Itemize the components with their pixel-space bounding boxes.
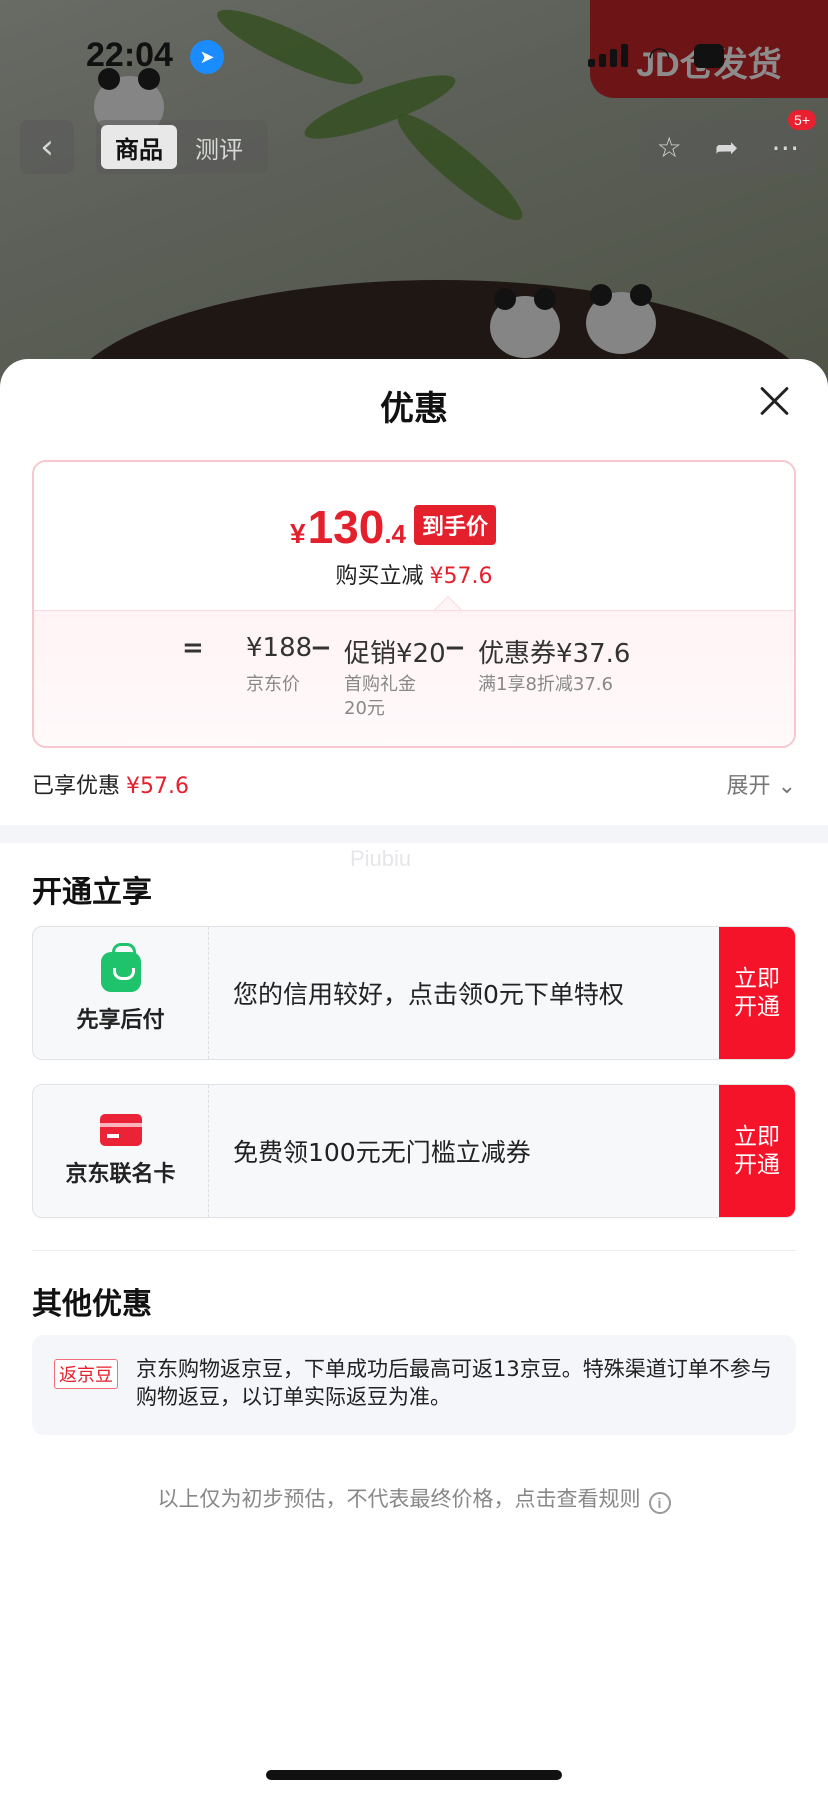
price-summary: ¥ 130 .4 到手价 购买立减 ¥57.6 [34, 462, 794, 625]
formula-promotion-amount: 20元 [344, 698, 385, 719]
product-actions: ☆ ➦ ⋯ 5+ [640, 110, 816, 174]
tab-product[interactable]: 商品 [101, 125, 177, 169]
product-nav-bar: ‹ 商品 测评 ☆ ➦ ⋯ 5+ [0, 110, 828, 174]
formula-coupon: 优惠券¥37.6 [478, 639, 631, 669]
price-breakdown: = ¥188 京东价 − 促销¥20 首购礼金 20元 − 优惠券¥37.6 满… [34, 610, 794, 746]
enjoyed-amount: ¥57.6 [126, 774, 189, 799]
open-section-title: 开通立享 [32, 875, 152, 910]
offer-name: 先享后付 [76, 1008, 165, 1033]
enjoyed-discount: 已享优惠 ¥57.6 [32, 768, 189, 800]
jd-bean-tag: 返京豆 [54, 1359, 118, 1389]
discount-sheet: 优惠 ¥ 130 .4 到手价 购买立减 ¥57.6 = ¥188 京东价 − 促… [0, 359, 828, 1795]
formula-coupon-label: 满1享8折减37.6 [478, 674, 613, 695]
more-icon[interactable]: ⋯ [771, 131, 799, 164]
final-price-decimal: .4 [384, 519, 407, 549]
status-time: 22:04 [86, 36, 173, 74]
enjoyed-label: 已享优惠 [32, 774, 121, 799]
chevron-left-icon: ‹ [40, 127, 54, 167]
shopping-bag-icon [100, 943, 141, 992]
status-bar: 22:04 ➤ ◠ [0, 34, 828, 82]
formula-minus: − [310, 633, 332, 663]
offer-text: 您的信用较好，点击领0元下单特权 [233, 980, 624, 1009]
formula-promotion: 促销¥20 [344, 639, 446, 669]
message-badge: 5+ [788, 110, 816, 130]
open-now-button[interactable]: 立即开通 [719, 927, 795, 1059]
final-price-tag: 到手价 [414, 505, 497, 545]
offer-brand: 京东联名卡 [33, 1085, 209, 1217]
reduction-label: 购买立减 [335, 564, 424, 589]
battery-icon [694, 44, 724, 68]
final-price: ¥ 130 .4 [290, 500, 406, 554]
reduction-amount: ¥57.6 [429, 564, 493, 589]
jd-bean-text: 京东购物返京豆，下单成功后最高可返13京豆。特殊渠道订单不参与购物返豆，以订单实… [136, 1357, 772, 1409]
formula-minus: − [444, 633, 466, 663]
home-indicator[interactable] [266, 1770, 562, 1780]
section-divider [0, 825, 828, 843]
chevron-down-icon: ⌄ [777, 774, 796, 799]
open-now-button[interactable]: 立即开通 [719, 1085, 795, 1217]
back-button[interactable]: ‹ [20, 120, 74, 174]
final-price-currency: ¥ [290, 518, 306, 549]
formula-promotion-label: 首购礼金 [344, 674, 416, 695]
offer-co-branded-card[interactable]: 京东联名卡 免费领100元无门槛立减券 立即开通 [32, 1084, 796, 1218]
sheet-title: 优惠 [380, 389, 448, 429]
star-favorite-icon[interactable]: ☆ [657, 131, 682, 164]
jd-bean-offer: 返京豆 京东购物返京豆，下单成功后最高可返13京豆。特殊渠道订单不参与购物返豆，… [32, 1335, 796, 1435]
formula-jd-price-label: 京东价 [246, 674, 300, 695]
close-icon[interactable] [758, 385, 790, 417]
expand-label: 展开 [726, 774, 771, 799]
product-tabs: 商品 测评 [96, 120, 268, 174]
location-arrow-icon: ➤ [190, 40, 224, 74]
offer-text: 免费领100元无门槛立减券 [233, 1138, 531, 1167]
offer-name: 京东联名卡 [65, 1162, 176, 1187]
tab-review[interactable]: 测评 [181, 125, 257, 169]
info-icon[interactable]: i [648, 1492, 671, 1514]
credit-card-icon [99, 1114, 142, 1146]
purchase-reduction: 购买立减 ¥57.6 [34, 558, 794, 590]
final-price-integer: 130 [307, 501, 385, 553]
offer-brand: 先享后付 [33, 927, 209, 1059]
rules-note-text: 以上仅为初步预估，不代表最终价格，点击查看规则 [157, 1487, 641, 1511]
wifi-icon: ◠ [648, 42, 671, 72]
watermark: Piubiu [350, 846, 412, 871]
divider [32, 1250, 796, 1251]
other-section-title: 其他优惠 [32, 1287, 152, 1322]
formula-jd-price: ¥188 [246, 633, 313, 663]
share-icon[interactable]: ➦ [715, 131, 738, 164]
formula-equals: = [182, 633, 204, 663]
cellular-signal-icon [588, 44, 628, 67]
expand-toggle[interactable]: 展开 ⌄ [727, 768, 796, 800]
offer-pay-later[interactable]: 先享后付 您的信用较好，点击领0元下单特权 立即开通 [32, 926, 796, 1060]
rules-note[interactable]: 以上仅为初步预估，不代表最终价格，点击查看规则 i [0, 1483, 828, 1514]
price-card: ¥ 130 .4 到手价 购买立减 ¥57.6 = ¥188 京东价 − 促销¥2… [32, 460, 796, 748]
